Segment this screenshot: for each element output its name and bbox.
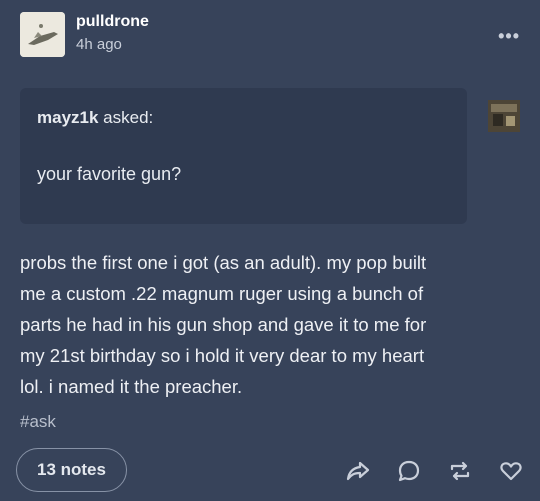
answer-line: me a custom .22 magnum ruger using a bun… xyxy=(20,283,424,304)
answer-line: lol. i named it the preacher. xyxy=(20,376,243,397)
asker-avatar[interactable] xyxy=(488,100,520,132)
ask-question: your favorite gun? xyxy=(37,164,182,184)
blog-avatar[interactable] xyxy=(20,12,65,57)
ask-box: mayz1k asked: your favorite gun? xyxy=(20,88,467,224)
meatball-menu-icon[interactable]: ••• xyxy=(498,26,520,47)
reblog-icon[interactable] xyxy=(447,458,473,484)
blog-name-link[interactable]: pulldrone xyxy=(76,13,149,31)
answer-line: parts he had in his gun shop and gave it… xyxy=(20,314,427,335)
asked-label: asked: xyxy=(103,108,154,127)
post-footer: 13 notes xyxy=(16,448,524,492)
asker-name[interactable]: mayz1k xyxy=(37,108,98,127)
answer-line: my 21st birthday so i hold it very dear … xyxy=(20,345,425,366)
post-timestamp[interactable]: 4h ago xyxy=(76,36,122,53)
share-icon[interactable] xyxy=(345,458,371,484)
post-actions xyxy=(345,458,524,484)
answer-body: probs the first one i got (as an adult).… xyxy=(20,247,520,402)
tag-link[interactable]: #ask xyxy=(20,412,56,432)
like-icon[interactable] xyxy=(498,458,524,484)
reply-icon[interactable] xyxy=(396,458,422,484)
post-header: pulldrone 4h ago ••• xyxy=(20,12,520,57)
asker-line: mayz1k asked: xyxy=(37,108,153,128)
notes-button[interactable]: 13 notes xyxy=(16,448,127,492)
answer-line: probs the first one i got (as an adult).… xyxy=(20,252,427,273)
